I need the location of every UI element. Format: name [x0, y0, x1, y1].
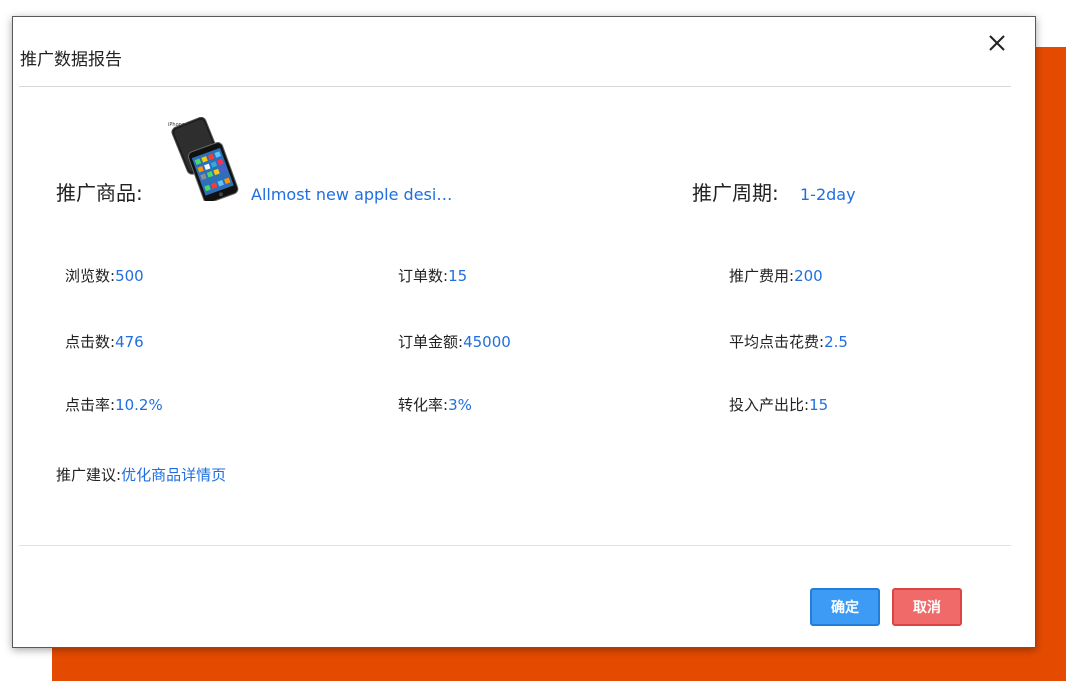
stat-conversion-label: 转化率:	[398, 396, 449, 414]
dialog-title: 推广数据报告	[20, 50, 122, 70]
product-label: 推广商品:	[56, 181, 143, 205]
header-divider	[19, 86, 1011, 87]
stat-orders-label: 订单数:	[398, 267, 449, 285]
stat-conversion-value: 3%	[448, 396, 472, 414]
stat-orders: 订单数:15	[398, 265, 467, 287]
stat-cost-value: 200	[794, 267, 823, 285]
stat-roi: 投入产出比:15	[729, 394, 828, 416]
stat-views-label: 浏览数:	[65, 267, 116, 285]
footer-divider	[19, 545, 1011, 546]
stat-ctr-value: 10.2%	[115, 396, 163, 414]
stat-suggestion-label: 推广建议:	[56, 466, 122, 484]
close-icon[interactable]	[985, 31, 1009, 55]
stat-roi-value: 15	[809, 396, 829, 414]
stat-order-amount: 订单金额:45000	[398, 331, 511, 353]
confirm-button[interactable]: 确定	[810, 588, 880, 626]
stat-suggestion: 推广建议:优化商品详情页	[56, 464, 226, 486]
stat-clicks-label: 点击数:	[65, 333, 116, 351]
stat-cost-label: 推广费用:	[729, 267, 795, 285]
stat-conversion: 转化率:3%	[398, 394, 472, 416]
period-value: 1-2day	[800, 185, 856, 204]
period-label: 推广周期:	[692, 181, 779, 205]
product-image: iPhone 5	[165, 116, 245, 204]
cancel-button[interactable]: 取消	[892, 588, 962, 626]
product-name-link[interactable]: Allmost new apple desi…	[251, 184, 452, 206]
stat-views: 浏览数:500	[65, 265, 144, 287]
stat-cost: 推广费用:200	[729, 265, 823, 287]
report-dialog: 推广数据报告 推广商品: iPhone 5 Allmost new apple …	[12, 16, 1036, 648]
stat-avg-click-cost: 平均点击花费:2.5	[729, 331, 848, 353]
stat-order-amount-label: 订单金额:	[398, 333, 464, 351]
stat-suggestion-value: 优化商品详情页	[121, 466, 227, 484]
stat-ctr: 点击率:10.2%	[65, 394, 163, 416]
stat-clicks-value: 476	[115, 333, 144, 351]
stat-avg-click-cost-value: 2.5	[824, 333, 848, 351]
stat-order-amount-value: 45000	[463, 333, 511, 351]
stat-avg-click-cost-label: 平均点击花费:	[729, 333, 825, 351]
stat-views-value: 500	[115, 267, 144, 285]
stat-ctr-label: 点击率:	[65, 396, 116, 414]
stat-roi-label: 投入产出比:	[729, 396, 810, 414]
stat-orders-value: 15	[448, 267, 468, 285]
stat-clicks: 点击数:476	[65, 331, 144, 353]
svg-text:iPhone 5: iPhone 5	[168, 122, 190, 128]
